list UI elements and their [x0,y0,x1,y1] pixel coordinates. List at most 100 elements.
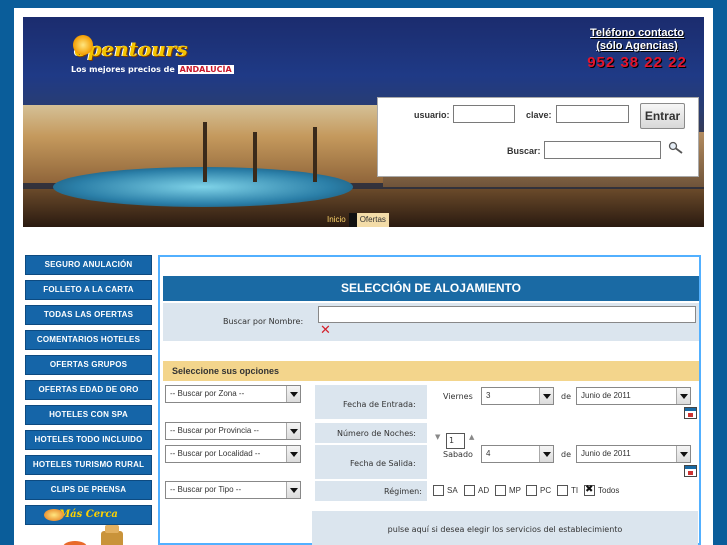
regimen-todos-checkbox[interactable] [584,484,595,496]
checkin-month-value: Junio de 2011 [581,391,631,400]
chevron-down-icon [286,386,300,402]
tab-separator [348,213,357,227]
name-search-label: Buscar por Nombre: [223,317,304,326]
magnifier-icon[interactable] [668,141,684,155]
sun-icon [73,35,93,55]
sidebar-item-seguro-anulacion[interactable]: SEGURO ANULACIÓN [25,255,152,275]
palm-tree [313,127,317,182]
search-input[interactable] [544,141,661,159]
tagline-prefix: Los mejores precios de [71,65,175,74]
mas-cerca-label: Más Cerca [59,509,118,520]
nights-label-cell: Número de Noches: [315,423,427,443]
password-field[interactable] [556,105,629,123]
regimen-pc-checkbox[interactable] [526,485,537,496]
zone-select-value: -- Buscar por Zona -- [170,389,245,398]
chevron-down-icon [286,446,300,462]
type-select-value: -- Buscar por Tipo -- [170,485,242,494]
sidebar-item-edad-de-oro[interactable]: OFERTAS EDAD DE ORO [25,380,152,400]
chevron-down-icon [286,423,300,439]
sidebar-nav: SEGURO ANULACIÓN FOLLETO A LA CARTA TODA… [25,255,154,545]
mas-cerca-logo-icon [44,509,64,521]
chevron-down-icon [676,446,690,462]
regimen-ad-label: AD [478,486,490,495]
chevron-down-icon [539,388,553,404]
checkin-month-select[interactable]: Junio de 2011 [576,387,691,405]
regimen-label-cell: Régimen: [315,481,427,501]
login-panel: usuario: clave: Entrar Buscar: [377,97,699,177]
regimen-ti-label: TI [571,486,579,495]
contact-phone: Teléfono contacto (sólo Agencias) 952 38… [582,27,692,71]
regimen-pc-label: PC [540,486,552,495]
name-search-row: Buscar por Nombre: ✕ [163,303,699,341]
name-search-input[interactable] [318,306,696,323]
checkout-month-select[interactable]: Junio de 2011 [576,445,691,463]
login-button[interactable]: Entrar [640,103,685,129]
checkout-month-value: Junio de 2011 [581,449,631,458]
checkin-label-cell: Fecha de Entrada: [315,385,427,419]
sidebar-item-turismo-rural[interactable]: HOTELES TURISMO RURAL [25,455,152,475]
nights-input[interactable]: 1 [446,433,465,449]
type-select[interactable]: -- Buscar por Tipo -- [165,481,301,499]
accommodation-search-panel: SELECCIÓN DE ALOJAMIENTO Buscar por Nomb… [158,255,701,545]
checkin-day-select[interactable]: 3 [481,387,554,405]
regimen-sa-checkbox[interactable] [433,485,444,496]
options-header: Seleccione sus opciones [163,361,699,381]
chevron-down-icon [676,388,690,404]
checkin-day-value: 3 [486,391,491,400]
tagline-region: ANDALUCÍA [177,65,234,74]
tab-ofertas[interactable]: Ofertas [356,213,389,227]
header-tabs: Inicio Ofertas [324,213,389,227]
mas-cerca-banner[interactable]: Más Cerca [25,505,152,525]
chevron-down-icon [539,446,553,462]
locality-select[interactable]: -- Buscar por Localidad -- [165,445,301,463]
regimen-mp-label: MP [509,486,521,495]
sidebar-item-spa[interactable]: HOTELES CON SPA [25,405,152,425]
sidebar-item-clips-prensa[interactable]: CLIPS DE PRENSA [25,480,152,500]
checkout-of-label: de [561,450,571,459]
chevron-down-icon [286,482,300,498]
services-link[interactable]: pulse aquí si desea elegir los servicios… [312,511,698,545]
locality-select-value: -- Buscar por Localidad -- [170,449,261,458]
checkin-label: Fecha de Entrada: [343,400,416,409]
regimen-mp-checkbox[interactable] [495,485,506,496]
panel-title: SELECCIÓN DE ALOJAMIENTO [163,276,699,301]
search-label: Buscar: [507,146,541,156]
phone-title: Teléfono contacto [590,27,684,39]
phone-subtitle: (sólo Agencias) [596,40,678,52]
logo-tagline: Los mejores precios de ANDALUCÍA [71,65,234,74]
sidebar-item-folleto[interactable]: FOLLETO A LA CARTA [25,280,152,300]
regimen-label: Régimen: [384,487,422,496]
province-select[interactable]: -- Buscar por Provincia -- [165,422,301,440]
checkout-day-select[interactable]: 4 [481,445,554,463]
regimen-todos-label: Todos [598,486,620,495]
checkin-of-label: de [561,392,571,401]
decrement-icon[interactable]: ▼ [435,433,440,441]
sidebar-item-todas-ofertas[interactable]: TODAS LAS OFERTAS [25,305,152,325]
username-label: usuario: [414,110,450,120]
calendar-icon[interactable] [684,465,697,477]
calendar-icon[interactable] [684,407,697,419]
nights-label: Número de Noches: [337,429,416,438]
promo-illustration-icon [63,525,123,545]
username-field[interactable] [453,105,515,123]
phone-number: 952 38 22 22 [587,54,687,71]
regimen-ti-checkbox[interactable] [557,485,568,496]
sidebar-item-ofertas-grupos[interactable]: OFERTAS GRUPOS [25,355,152,375]
page-container: opentours Los mejores precios de ANDALUC… [14,8,713,545]
palm-tree [253,132,257,182]
opentours-logo[interactable]: opentours Los mejores precios de ANDALUC… [71,35,234,74]
sidebar-item-todo-incluido[interactable]: HOTELES TODO INCLUIDO [25,430,152,450]
regimen-sa-label: SA [447,486,458,495]
zone-select[interactable]: -- Buscar por Zona -- [165,385,301,403]
checkout-label: Fecha de Salida: [350,459,416,468]
clear-x-icon[interactable]: ✕ [320,324,331,337]
checkout-label-cell: Fecha de Salida: [315,445,427,479]
checkout-day-value: 4 [486,449,491,458]
checkout-weekday: Sabado [443,450,473,459]
header-banner: opentours Los mejores precios de ANDALUC… [23,17,704,227]
sidebar-item-comentarios[interactable]: COMENTARIOS HOTELES [25,330,152,350]
tab-inicio[interactable]: Inicio [324,213,349,227]
regimen-ad-checkbox[interactable] [464,485,475,496]
increment-icon[interactable]: ▲ [469,433,474,441]
password-label: clave: [526,110,552,120]
